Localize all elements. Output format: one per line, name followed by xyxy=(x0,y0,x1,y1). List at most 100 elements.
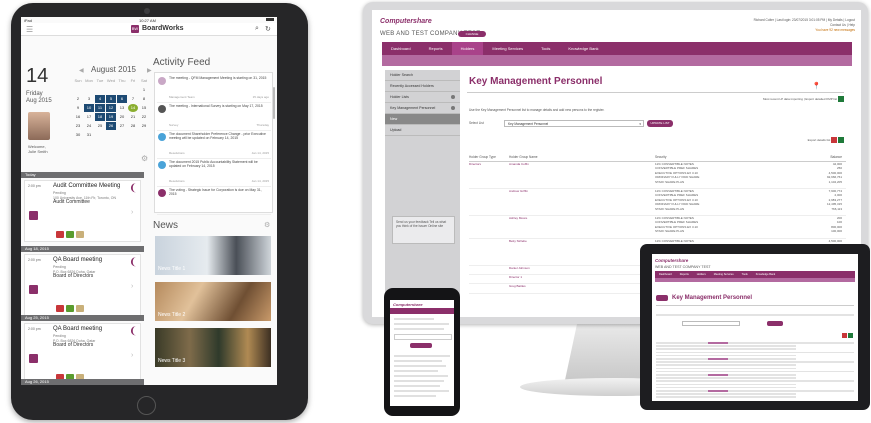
messages-link[interactable]: You have 92 new messages xyxy=(754,28,855,33)
calendar-day[interactable]: 31 xyxy=(84,131,94,139)
refresh-icon[interactable]: ↻ xyxy=(265,25,271,33)
calendar-day[interactable]: 19 xyxy=(106,113,116,121)
calendar-day[interactable]: 7 xyxy=(128,95,138,103)
calendar-day[interactable]: 29 xyxy=(139,122,149,130)
laptop-holder-name[interactable] xyxy=(708,374,728,376)
meeting-title[interactable]: QA Board meeting xyxy=(53,257,102,263)
calendar-day[interactable]: 3 xyxy=(84,95,94,103)
calendar-day[interactable]: 21 xyxy=(128,113,138,121)
laptop-pdf-icon[interactable] xyxy=(842,333,847,338)
sidebar-item[interactable]: Holder Search xyxy=(385,70,460,81)
calendar-day[interactable]: 23 xyxy=(73,122,83,130)
laptop-holder-name[interactable] xyxy=(708,342,728,344)
export-details[interactable]: Export details list xyxy=(808,137,844,143)
column-header[interactable]: Holder Group Name xyxy=(509,155,538,159)
calendar-day[interactable]: 24 xyxy=(84,122,94,130)
tentative-button[interactable] xyxy=(76,305,84,312)
excel-icon[interactable] xyxy=(838,137,844,143)
chevron-right-icon[interactable]: › xyxy=(131,283,133,290)
prev-month-icon[interactable]: ◀ xyxy=(79,67,84,74)
laptop-holder-name[interactable] xyxy=(708,390,728,392)
feed-item[interactable]: The meeting - QFM Management Meeting is … xyxy=(157,74,271,103)
calendar-day[interactable]: 26 xyxy=(106,122,116,130)
ipad-home-button[interactable] xyxy=(137,396,156,415)
chevron-right-icon[interactable]: › xyxy=(131,209,133,216)
sidebar-item[interactable]: Holder Lists xyxy=(385,92,460,103)
laptop-excel-icon[interactable] xyxy=(848,333,853,338)
calendar-day[interactable]: 12 xyxy=(106,104,116,112)
calendar-day[interactable]: 8 xyxy=(139,95,149,103)
calendar-day[interactable]: 16 xyxy=(73,113,83,121)
calendar-day[interactable]: 13 xyxy=(117,104,127,112)
laptop-holder-name[interactable] xyxy=(708,358,728,360)
laptop-nav-item[interactable]: Holders xyxy=(693,271,710,278)
calendar-day[interactable]: 10 xyxy=(84,104,94,112)
menu-icon[interactable]: ☰ xyxy=(26,25,33,34)
sidebar-item[interactable]: Upload xyxy=(385,125,460,136)
calendar-day[interactable]: 14 xyxy=(128,104,138,112)
calendar-day[interactable]: 1 xyxy=(139,86,149,94)
export-details-label[interactable]: Export details list xyxy=(808,138,831,142)
list-select[interactable]: Key Management Personnel ▾ xyxy=(504,120,644,127)
nav-item[interactable]: Meeting Services xyxy=(483,42,532,55)
laptop-nav-item[interactable]: Dashboard xyxy=(655,271,676,278)
phone-select[interactable] xyxy=(394,334,452,340)
activity-scrollbar[interactable] xyxy=(273,87,275,119)
news-item[interactable]: News Title 3 xyxy=(155,328,271,367)
holder-name[interactable]: Betty Strilebe xyxy=(509,239,527,243)
holder-group[interactable]: Directors xyxy=(469,162,481,166)
feed-item[interactable]: The meeting - International Survey is st… xyxy=(157,102,271,131)
decline-button[interactable] xyxy=(56,305,64,312)
calendar-day[interactable]: 28 xyxy=(128,122,138,130)
holder-name[interactable]: Ashley Moore xyxy=(509,216,527,220)
nav-item[interactable]: Holders xyxy=(451,42,484,55)
laptop-nav-item[interactable]: Knowledge Bank xyxy=(752,271,779,278)
calendar-day[interactable]: 5 xyxy=(106,95,116,103)
computershare-logo[interactable]: Computershare xyxy=(380,18,432,25)
meeting-title[interactable]: QA Board meeting xyxy=(53,326,102,332)
calendar-day[interactable]: 30 xyxy=(73,131,83,139)
laptop-select[interactable] xyxy=(682,321,740,326)
holder-name[interactable]: Daniel Johnson xyxy=(509,266,530,270)
holder-name[interactable]: Greg Battles xyxy=(509,284,526,288)
news-gear-icon[interactable]: ⚙ xyxy=(264,221,270,229)
pdf-icon[interactable] xyxy=(831,137,838,143)
meeting-title[interactable]: Audit Committee Meeting xyxy=(53,183,120,189)
column-header[interactable]: Balance xyxy=(830,155,842,159)
laptop-update-button[interactable] xyxy=(767,321,783,326)
calendar-day[interactable]: 22 xyxy=(139,113,149,121)
sidebar-item[interactable]: Key Management Personnel xyxy=(385,103,460,114)
nav-item[interactable]: Knowledge Bank xyxy=(559,42,607,55)
accept-button[interactable] xyxy=(66,305,74,312)
laptop-nav-item[interactable]: Reports xyxy=(676,271,693,278)
gear-icon[interactable]: ⚙ xyxy=(141,154,148,163)
feed-item[interactable]: The document 2015 Public Accountability … xyxy=(157,158,271,187)
decline-button[interactable] xyxy=(56,231,64,238)
change-company-button[interactable]: CHANGE COMPANY xyxy=(458,31,486,42)
feed-item[interactable]: The document Shareholder Preference Chan… xyxy=(157,130,271,159)
info-icon[interactable] xyxy=(451,95,455,99)
chevron-right-icon[interactable]: › xyxy=(131,352,133,359)
calendar-day[interactable]: 6 xyxy=(117,95,127,103)
search-icon[interactable]: ⌕ xyxy=(255,25,259,33)
meeting-card[interactable]: 2:00 pm QA Board meeting Pending P.O. Box 6… xyxy=(24,254,141,316)
next-month-icon[interactable]: ▶ xyxy=(147,67,152,74)
accept-button[interactable] xyxy=(66,231,74,238)
nav-item[interactable]: Reports xyxy=(420,42,452,55)
nav-item[interactable]: Tools xyxy=(532,42,559,55)
laptop-nav-item[interactable]: Tools xyxy=(738,271,752,278)
holder-name[interactable]: Andrew Griffin xyxy=(509,189,528,193)
calendar-day[interactable]: 27 xyxy=(117,122,127,130)
update-list-button[interactable]: UPDATE LIST xyxy=(647,120,673,127)
calendar-day[interactable]: 2 xyxy=(73,95,83,103)
laptop-back-button[interactable] xyxy=(656,295,668,301)
phone-nav-bar[interactable] xyxy=(390,308,454,314)
pin-icon[interactable]: 📍 xyxy=(812,82,821,90)
tentative-button[interactable] xyxy=(76,231,84,238)
holder-name[interactable]: Amanda Coffin xyxy=(509,162,529,166)
calendar-day[interactable]: 4 xyxy=(95,95,105,103)
sidebar-item[interactable]: New xyxy=(385,114,460,125)
feedback-box[interactable]: Send us your feedback Tell us what you t… xyxy=(392,216,455,244)
feed-item[interactable]: The voting - Strategic Issue for Corpora… xyxy=(157,186,271,215)
calendar-day[interactable]: 20 xyxy=(117,113,127,121)
